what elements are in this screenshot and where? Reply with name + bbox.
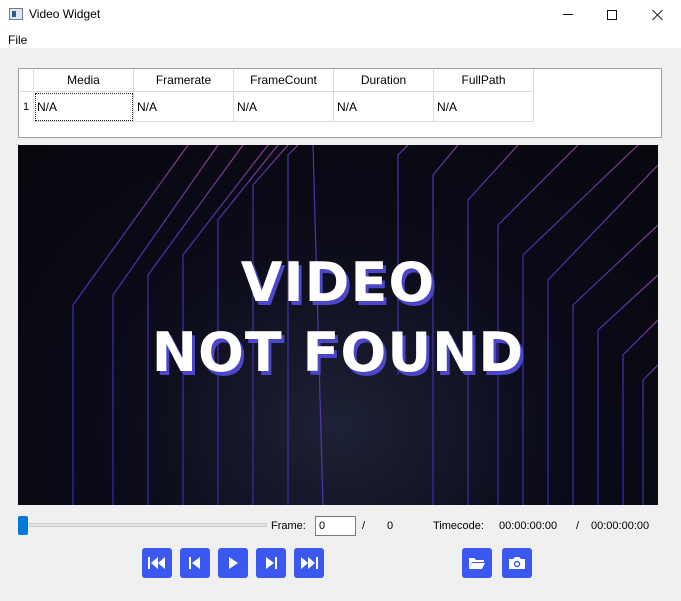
snapshot-button[interactable] <box>502 548 532 578</box>
cell-framerate[interactable]: N/A <box>134 92 234 122</box>
cell-fullpath[interactable]: N/A <box>434 92 534 122</box>
video-display: VIDEO NOT FOUND <box>18 145 658 505</box>
step-forward-icon <box>266 557 277 569</box>
timecode-current: 00:00:00:00 <box>499 520 558 532</box>
skip-to-start-icon <box>148 557 165 569</box>
title-bar: Video Widget <box>0 0 681 29</box>
open-file-button[interactable] <box>462 548 492 578</box>
frame-total: 0 <box>387 520 394 532</box>
header-duration[interactable]: Duration <box>334 69 434 92</box>
skip-to-end-button[interactable] <box>294 548 324 578</box>
video-not-found-line2: NOT FOUND <box>151 321 525 384</box>
timecode-separator: / <box>576 520 580 532</box>
play-button[interactable] <box>218 548 248 578</box>
play-icon <box>229 557 238 569</box>
header-media[interactable]: Media <box>34 69 134 92</box>
header-fullpath[interactable]: FullPath <box>434 69 534 92</box>
header-framecount[interactable]: FrameCount <box>234 69 334 92</box>
frame-input[interactable] <box>315 516 356 536</box>
frame-label: Frame: <box>271 520 306 532</box>
camera-icon <box>509 557 525 569</box>
menu-bar: File <box>0 29 681 49</box>
step-back-button[interactable] <box>180 548 210 578</box>
step-back-icon <box>189 557 200 569</box>
maximize-icon <box>607 9 617 20</box>
media-info-table: Media Framerate FrameCount Duration Full… <box>18 68 662 138</box>
table-corner[interactable] <box>19 69 34 92</box>
video-not-found-line1: VIDEO <box>240 251 436 314</box>
maximize-button[interactable] <box>589 0 635 29</box>
window-title: Video Widget <box>29 7 101 21</box>
timecode-label: Timecode: <box>433 520 484 532</box>
cell-media[interactable]: N/A <box>34 92 134 122</box>
seek-slider[interactable] <box>25 523 267 527</box>
frame-separator: / <box>362 520 366 532</box>
cell-duration[interactable]: N/A <box>334 92 434 122</box>
timecode-total: 00:00:00:00 <box>591 520 650 532</box>
header-framerate[interactable]: Framerate <box>134 69 234 92</box>
seek-slider-handle[interactable] <box>18 516 28 535</box>
minimize-icon <box>563 14 573 15</box>
menu-file[interactable]: File <box>8 33 27 47</box>
row-header[interactable]: 1 <box>19 92 34 122</box>
skip-to-start-button[interactable] <box>142 548 172 578</box>
cell-framecount[interactable]: N/A <box>234 92 334 122</box>
close-button[interactable] <box>635 0 681 29</box>
skip-to-end-icon <box>301 557 318 569</box>
step-forward-button[interactable] <box>256 548 286 578</box>
close-icon <box>652 9 664 21</box>
app-icon <box>9 8 23 20</box>
minimize-button[interactable] <box>545 0 591 29</box>
open-folder-icon <box>469 558 485 569</box>
